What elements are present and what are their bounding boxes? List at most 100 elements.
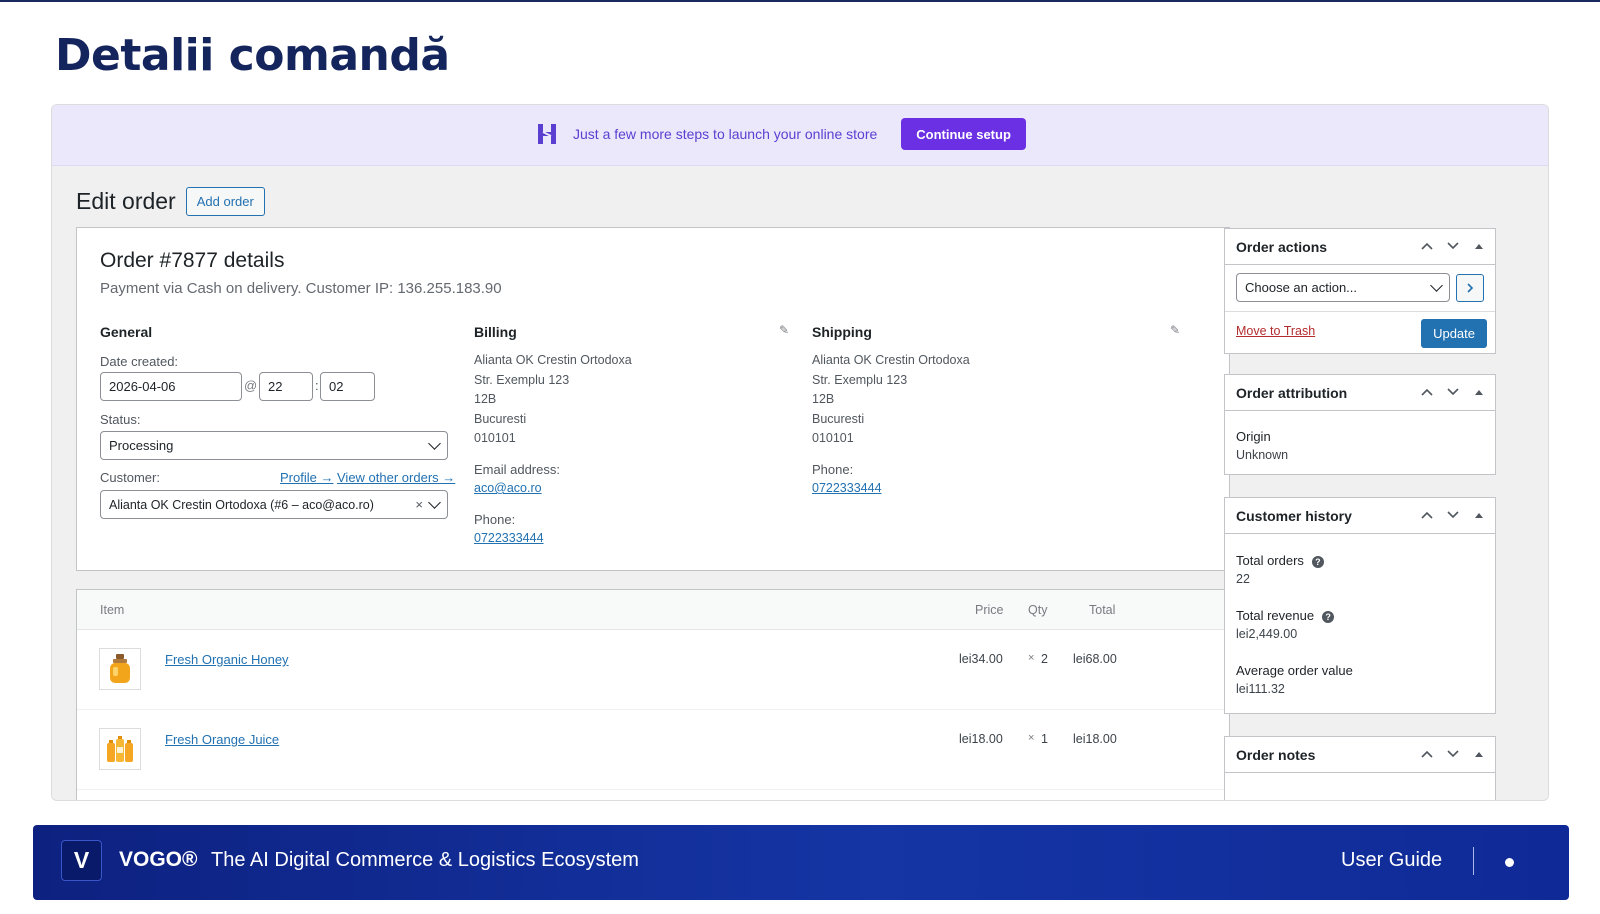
chevron-down-icon xyxy=(1430,279,1443,292)
order-attribution-header: Order attribution xyxy=(1225,375,1495,411)
banner-text: Just a few more steps to launch your onl… xyxy=(573,126,878,142)
continue-setup-button[interactable]: Continue setup xyxy=(901,118,1026,150)
collapse-icon[interactable] xyxy=(1471,507,1487,523)
item-qty: 2 xyxy=(1041,652,1048,666)
billing-line: Str. Exemplu 123 xyxy=(474,372,570,387)
order-heading: Order #7877 details xyxy=(100,249,285,272)
shipping-line: Bucuresti xyxy=(812,411,865,426)
order-action-select[interactable]: Choose an action... xyxy=(1236,273,1450,302)
table-row: Fresh Orange Juice lei18.00 × 1 lei18.00 xyxy=(77,710,1229,790)
billing-address: Alianta OK Crestin Ortodoxa Str. Exemplu… xyxy=(474,351,632,449)
order-items-box: Item Price Qty Total Fresh Organic Honey… xyxy=(76,589,1230,800)
item-column-header: Item xyxy=(100,603,125,617)
view-other-orders-link[interactable]: View other orders → xyxy=(337,470,455,485)
shipping-heading: Shipping xyxy=(812,324,872,340)
move-down-icon[interactable] xyxy=(1445,507,1461,523)
item-price: lei34.00 xyxy=(959,652,1003,666)
shipping-phone-label: Phone: xyxy=(812,462,854,477)
help-icon[interactable]: ? xyxy=(1322,610,1335,623)
status-select[interactable]: Processing xyxy=(100,431,448,460)
move-down-icon[interactable] xyxy=(1445,238,1461,254)
customer-history-title: Customer history xyxy=(1236,508,1352,524)
order-notes-header: Order notes xyxy=(1225,737,1495,773)
brand-name: VOGO® xyxy=(119,848,198,871)
move-to-trash-link[interactable]: Move to Trash xyxy=(1236,324,1315,338)
total-orders-value: 22 xyxy=(1236,572,1250,586)
setup-banner: Just a few more steps to launch your onl… xyxy=(52,105,1548,166)
qty-multiplier: × xyxy=(1028,652,1035,664)
update-button[interactable]: Update xyxy=(1421,319,1487,348)
price-column-header: Price xyxy=(975,603,1004,617)
order-subheading: Payment via Cash on delivery. Customer I… xyxy=(100,280,502,297)
item-total: lei68.00 xyxy=(1073,652,1117,666)
customer-history-header: Customer history xyxy=(1225,498,1495,534)
chevron-down-icon xyxy=(428,496,441,509)
honey-jar-icon xyxy=(99,648,141,690)
apply-action-button[interactable] xyxy=(1456,274,1484,302)
edit-shipping-pencil-icon[interactable]: ✎ xyxy=(1170,323,1180,337)
shipping-line: 12B xyxy=(812,392,835,406)
move-up-icon[interactable] xyxy=(1419,384,1435,400)
table-row: Fresh Organic Honey lei34.00 × 2 lei68.0… xyxy=(77,630,1229,710)
average-order-label: Average order value xyxy=(1236,663,1353,678)
order-actions-header: Order actions xyxy=(1225,229,1495,265)
move-up-icon[interactable] xyxy=(1419,238,1435,254)
billing-line: Alianta OK Crestin Ortodoxa xyxy=(474,353,632,367)
order-actions-box: Order actions Choose an action... Move t… xyxy=(1224,228,1496,354)
hour-field[interactable]: 22 xyxy=(259,372,313,401)
item-qty: 1 xyxy=(1041,732,1048,746)
profile-link[interactable]: Profile → xyxy=(280,470,333,485)
collapse-icon[interactable] xyxy=(1471,238,1487,254)
shipping-phone-link[interactable]: 0722333444 xyxy=(812,479,882,499)
chevron-down-icon xyxy=(428,437,441,450)
edit-billing-pencil-icon[interactable]: ✎ xyxy=(779,323,789,337)
help-icon[interactable]: ? xyxy=(1311,555,1324,568)
total-orders-text: Total orders xyxy=(1236,553,1304,568)
clear-customer-icon[interactable]: × xyxy=(415,497,423,512)
qty-column-header: Qty xyxy=(1028,603,1048,617)
store-logo-icon xyxy=(535,121,559,147)
move-up-icon[interactable] xyxy=(1419,746,1435,762)
customer-select[interactable]: Alianta OK Crestin Ortodoxa (#6 – aco@ac… xyxy=(100,490,448,519)
footer-divider xyxy=(1473,847,1474,875)
order-details-box: Order #7877 details Payment via Cash on … xyxy=(76,227,1230,571)
shipping-line: 010101 xyxy=(812,431,854,445)
billing-phone-link[interactable]: 0722333444 xyxy=(474,529,544,549)
item-price: lei18.00 xyxy=(959,732,1003,746)
order-attribution-title: Order attribution xyxy=(1236,385,1348,401)
item-name-link[interactable]: Fresh Organic Honey xyxy=(165,652,289,667)
customer-value: Alianta OK Crestin Ortodoxa (#6 – aco@ac… xyxy=(109,497,374,512)
shipping-line: Str. Exemplu 123 xyxy=(812,372,908,387)
qty-multiplier: × xyxy=(1028,732,1035,744)
juice-bottles-icon xyxy=(99,728,141,770)
customer-label: Customer: xyxy=(100,470,160,485)
date-field[interactable]: 2026-04-06 xyxy=(100,372,242,401)
billing-heading: Billing xyxy=(474,324,517,340)
general-heading: General xyxy=(100,324,153,340)
order-notes-box: Order notes xyxy=(1224,736,1496,800)
move-down-icon[interactable] xyxy=(1445,384,1461,400)
status-value: Processing xyxy=(109,438,174,453)
items-header: Item Price Qty Total xyxy=(77,590,1229,630)
footer-bar: V VOGO® The AI Digital Commerce & Logist… xyxy=(33,825,1569,900)
chevron-right-icon xyxy=(1467,283,1474,293)
total-revenue-value: lei2,449.00 xyxy=(1236,627,1298,641)
add-order-button[interactable]: Add order xyxy=(185,187,265,216)
total-orders-label: Total orders? xyxy=(1236,553,1324,568)
footer-tagline: The AI Digital Commerce & Logistics Ecos… xyxy=(211,849,639,871)
collapse-icon[interactable] xyxy=(1471,384,1487,400)
vogo-logo: V xyxy=(61,840,102,881)
average-order-value: lei111.32 xyxy=(1236,682,1285,696)
billing-line: 12B xyxy=(474,392,497,406)
page-title: Edit order xyxy=(76,188,176,214)
billing-phone-label: Phone: xyxy=(474,512,516,527)
collapse-icon[interactable] xyxy=(1471,746,1487,762)
move-down-icon[interactable] xyxy=(1445,746,1461,762)
move-up-icon[interactable] xyxy=(1419,507,1435,523)
shipping-address: Alianta OK Crestin Ortodoxa Str. Exemplu… xyxy=(812,351,970,449)
billing-email-link[interactable]: aco@aco.ro xyxy=(474,479,542,499)
minute-field[interactable]: 02 xyxy=(320,372,375,401)
customer-history-box: Customer history Total orders? 22 Total … xyxy=(1224,497,1496,714)
item-name-link[interactable]: Fresh Orange Juice xyxy=(165,732,279,747)
total-revenue-label: Total revenue? xyxy=(1236,608,1335,623)
